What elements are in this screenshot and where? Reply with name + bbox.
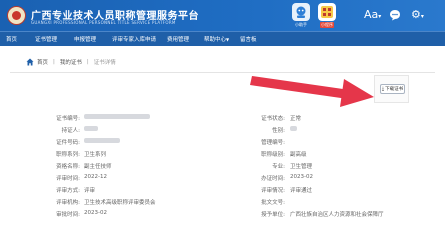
nav-item-applications[interactable]: 申报管理: [74, 35, 96, 43]
qualification-label: 资格名称:: [56, 164, 80, 170]
detail-row: 审批时间: 2023-02 授予单位: 广西壮族自治区人力资源和社会保障厅: [0, 210, 445, 220]
nav-item-message-board[interactable]: 留言板: [240, 35, 257, 43]
mini-program-caption: 小程序: [320, 22, 334, 28]
holder-label: 持证人:: [61, 128, 80, 134]
font-size-label: Aa: [364, 8, 379, 21]
cert-status-label: 证书状态:: [261, 116, 285, 122]
cert-number-value: [84, 114, 150, 120]
review-date-label: 评审时间:: [56, 176, 80, 182]
mini-program-icon: [318, 3, 336, 21]
cert-status-value: 正常: [290, 116, 302, 122]
gender-value: [290, 126, 297, 132]
approval-doc-label: 批文文号:: [261, 200, 285, 206]
breadcrumb-current: 证书详情: [93, 60, 116, 66]
detail-row: 职称系列: 卫生系列 职称级别: 副高级: [0, 150, 445, 160]
title-level-label: 职称级别:: [261, 152, 285, 158]
gear-icon: ⚙: [411, 8, 421, 21]
review-method-label: 评审方式:: [56, 188, 80, 194]
review-body-label: 评审机构:: [56, 200, 80, 206]
chevron-down-icon: ▼: [226, 37, 230, 42]
review-body-value: 卫生技术高级职称评审委员会: [84, 200, 156, 206]
review-date-value: 2022-12: [84, 174, 107, 180]
review-result-label: 评审情况:: [261, 188, 285, 194]
main-nav: 首页 证书管理 申报管理 评审专家入库申请 费用管理 帮助中心▼ 留言板: [0, 31, 445, 46]
nav-item-expert-application[interactable]: 评审专家入库申请: [112, 35, 156, 43]
site-logo: [7, 6, 26, 25]
breadcrumb-home[interactable]: 首页: [37, 58, 48, 66]
detail-row: 评审方式: 评审 评审情况: 评审通过: [0, 186, 445, 196]
review-result-value: 评审通过: [290, 188, 313, 194]
breadcrumb-section[interactable]: 我的证书: [60, 58, 82, 66]
issue-date-label: 办证时间:: [261, 176, 285, 182]
site-subtitle: GUANGXI PROFESSIONAL PERSONNEL TITLE SER…: [31, 20, 176, 25]
top-header: 广西专业技术人员职称管理服务平台 GUANGXI PROFESSIONAL PE…: [0, 0, 445, 31]
granting-unit-label: 授予单位:: [261, 212, 285, 218]
specialty-label: 专业:: [272, 164, 285, 170]
title-level-value: 副高级: [290, 152, 307, 158]
chat-icon: [390, 10, 400, 21]
title-series-label: 职称系列:: [56, 152, 80, 158]
assistant-caption: 小助手: [295, 22, 307, 27]
cert-number-label: 证书编号:: [56, 116, 80, 122]
holder-value: [84, 126, 98, 132]
approval-date-label: 审批时间:: [56, 212, 80, 218]
download-icon: ⤓: [381, 86, 385, 92]
detail-row: 评审机构: 卫生技术高级职称评审委员会 批文文号:: [0, 198, 445, 208]
assistant-icon: [292, 3, 310, 21]
nav-item-help[interactable]: 帮助中心▼: [204, 35, 229, 43]
assistant-shortcut[interactable]: 小助手: [292, 3, 310, 28]
mini-program-shortcut[interactable]: 小程序: [318, 3, 336, 28]
specialty-value: 卫生管理: [290, 164, 313, 170]
breadcrumb-separator: |: [86, 59, 89, 65]
approval-date-value: 2023-02: [84, 210, 107, 216]
qualification-value: 副主任技师: [84, 164, 112, 170]
nav-item-certificates[interactable]: 证书管理: [35, 35, 57, 43]
management-number-label: 管理编号:: [261, 140, 285, 146]
download-label: 下载证书: [385, 87, 404, 92]
review-method-value: 评审: [84, 188, 96, 194]
title-series-value: 卫生系列: [84, 152, 107, 158]
chat-button[interactable]: [389, 9, 401, 24]
home-icon: [26, 58, 34, 66]
detail-row: 评审时间: 2022-12 办证时间: 2023-02: [0, 174, 445, 184]
granting-unit-value: 广西壮族自治区人力资源和社会保障厅: [290, 212, 384, 218]
download-certificate-button[interactable]: ⤓ 下载证书: [380, 84, 405, 94]
issue-date-value: 2023-02: [290, 174, 313, 180]
settings-button[interactable]: ⚙▾: [411, 9, 424, 23]
nav-item-fees[interactable]: 费用管理: [167, 35, 189, 43]
id-number-label: 证件号码:: [56, 140, 80, 146]
nav-item-home[interactable]: 首页: [6, 35, 17, 43]
detail-row: 持证人: 性别:: [0, 126, 445, 136]
detail-row: 证书编号: 证书状态: 正常: [0, 114, 445, 124]
id-number-value: [84, 138, 120, 144]
nav-help-label: 帮助中心: [204, 37, 227, 43]
annotation-arrow: [250, 76, 374, 107]
gender-label: 性别:: [272, 128, 285, 134]
breadcrumb-separator: |: [53, 59, 55, 65]
detail-row: 资格名称: 副主任技师 专业: 卫生管理: [0, 162, 445, 172]
detail-row: 证件号码: 管理编号:: [0, 138, 445, 148]
breadcrumb: 首页 | 我的证书 | 证书详情: [26, 56, 116, 68]
font-size-toggle[interactable]: Aa▾: [364, 9, 381, 23]
